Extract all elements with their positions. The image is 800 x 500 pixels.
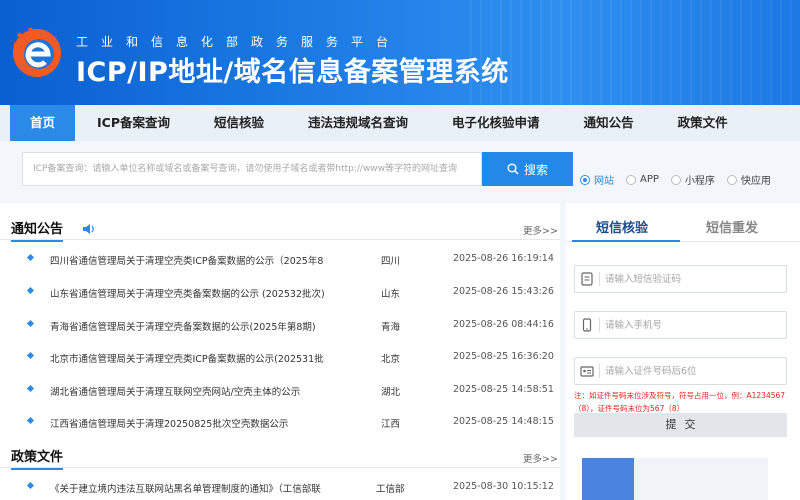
nav-item-sms-verify[interactable]: 短信核验 — [192, 105, 286, 141]
divider — [0, 467, 560, 468]
card-image — [582, 458, 634, 500]
bullet-icon — [26, 416, 35, 425]
notice-date: 2025-08-25 14:48:15 — [453, 416, 554, 427]
notice-title[interactable]: 江西省通信管理局关于清理20250825批次空壳数据公示 — [50, 416, 340, 430]
nav-item-home[interactable]: 首页 — [10, 105, 76, 141]
radio-label: APP — [640, 174, 659, 185]
notice-province: 青海 — [381, 322, 401, 333]
radio-website[interactable]: 网站 — [580, 172, 614, 187]
policies-more-link[interactable]: 更多>> — [523, 451, 558, 465]
notice-title[interactable]: 青海省通信管理局关于清理空壳备案数据的公示(2025年第8期) — [50, 319, 340, 333]
service-card[interactable] — [582, 458, 768, 500]
bullet-icon — [26, 384, 35, 393]
bullet-icon — [26, 319, 35, 328]
divider — [0, 239, 560, 240]
header-subtitle: 工业和信息化部政务服务平台 — [76, 35, 402, 49]
nav-item-e-verify[interactable]: 电子化核验申请 — [430, 105, 562, 141]
policies-title: 政策文件 — [11, 446, 64, 470]
policy-title[interactable]: 《关于建立境内违法互联网站黑名单管理制度的通知》（工信部联 — [50, 481, 340, 495]
notice-date: 2025-08-25 14:58:51 — [453, 384, 554, 395]
notice-province: 江西 — [381, 419, 401, 430]
bullet-icon — [26, 351, 35, 360]
search-icon — [507, 163, 519, 175]
radio-dot — [670, 174, 681, 185]
search-button-label: 搜索 — [523, 162, 548, 177]
sms-code-input[interactable] — [605, 266, 785, 292]
site-title: ICP/IP地址/域名信息备案管理系统 — [76, 57, 509, 88]
main-nav: 首页 ICP备案查询 短信核验 违法违规域名查询 电子化核验申请 通知公告 政策… — [0, 105, 800, 141]
policy-date: 2025-08-30 10:15:12 — [453, 481, 554, 492]
tab-sms-resend[interactable]: 短信重发 — [706, 217, 758, 236]
radio-miniprogram[interactable]: 小程序 — [670, 172, 715, 187]
search-box — [22, 152, 482, 186]
id-number-field — [574, 357, 787, 385]
left-panel: 通知公告 更多>> 四川省通信管理局关于清理空壳类ICP备案数据的公示（2025… — [0, 203, 560, 500]
notice-title[interactable]: 山东省通信管理局关于清理空壳类备案数据的公示 (202532批次) — [50, 286, 340, 300]
notice-date: 2025-08-25 16:36:20 — [453, 351, 554, 362]
phone-input[interactable] — [605, 312, 785, 338]
id-number-input[interactable] — [605, 358, 785, 384]
ministry-logo-icon[interactable] — [10, 24, 64, 80]
notice-province: 山东 — [381, 289, 401, 300]
phone-icon — [582, 318, 592, 332]
nav-item-illegal-domain[interactable]: 违法违规域名查询 — [286, 105, 430, 141]
radio-app[interactable]: APP — [626, 172, 659, 187]
field-separator — [599, 272, 600, 286]
notice-province: 湖北 — [381, 387, 401, 398]
notice-row[interactable]: 北京市通信管理局关于清理空壳类ICP备案数据的公示(202531批 北京 202… — [0, 347, 560, 367]
notice-date: 2025-08-26 16:19:14 — [453, 253, 554, 264]
field-separator — [599, 364, 600, 378]
tab-sms-verify[interactable]: 短信核验 — [596, 217, 648, 236]
notice-row[interactable]: 山东省通信管理局关于清理空壳类备案数据的公示 (202532批次) 山东 202… — [0, 282, 560, 302]
notice-row[interactable]: 江西省通信管理局关于清理20250825批次空壳数据公示 江西 2025-08-… — [0, 412, 560, 432]
notice-row[interactable]: 四川省通信管理局关于清理空壳类ICP备案数据的公示（2025年8 四川 2025… — [0, 249, 560, 269]
bullet-icon — [26, 481, 35, 490]
id-number-hint: 注：如证件号码末位涉及符号，符号占用一位，例：A1234567（8），证件号码末… — [574, 391, 786, 413]
notices-more-link[interactable]: 更多>> — [523, 223, 558, 237]
notice-province: 四川 — [381, 256, 401, 267]
header-decoration — [470, 0, 800, 105]
notice-row[interactable]: 湖北省通信管理局关于清理互联网空壳网站/空壳主体的公示 湖北 2025-08-2… — [0, 380, 560, 400]
field-separator — [599, 318, 600, 332]
radio-quickapp[interactable]: 快应用 — [726, 172, 771, 187]
notices-title: 通知公告 — [11, 218, 64, 242]
search-type-options: 网站 APP 小程序 快应用 — [580, 172, 771, 187]
bullet-icon — [26, 286, 35, 295]
nav-item-icp-query[interactable]: ICP备案查询 — [75, 105, 192, 141]
radio-label: 小程序 — [684, 176, 715, 187]
id-card-icon — [580, 366, 594, 377]
phone-field — [574, 311, 787, 339]
sms-panel: 短信核验 短信重发 注：如证件号码末位涉及符号，符号占用一位，例：A123456… — [566, 203, 800, 500]
notice-title[interactable]: 四川省通信管理局关于清理空壳类ICP备案数据的公示（2025年8 — [50, 253, 340, 267]
radio-dot — [580, 174, 590, 185]
tab-active-indicator — [572, 240, 680, 242]
bullet-icon — [26, 253, 35, 262]
sms-code-field — [574, 265, 787, 293]
speaker-icon — [83, 224, 94, 234]
radio-label: 快应用 — [740, 176, 771, 187]
nav-item-notices[interactable]: 通知公告 — [562, 105, 656, 141]
notice-row[interactable]: 青海省通信管理局关于清理空壳备案数据的公示(2025年第8期) 青海 2025-… — [0, 315, 560, 335]
search-button[interactable]: 搜索 — [482, 152, 573, 186]
policy-row[interactable]: 《关于建立境内违法互联网站黑名单管理制度的通知》（工信部联 工信部 2025-0… — [0, 477, 560, 497]
notice-title[interactable]: 湖北省通信管理局关于清理互联网空壳网站/空壳主体的公示 — [50, 384, 340, 398]
nav-item-policies[interactable]: 政策文件 — [656, 105, 750, 141]
radio-dot — [626, 174, 636, 185]
search-input[interactable] — [23, 153, 481, 185]
notice-date: 2025-08-26 08:44:16 — [453, 319, 554, 330]
radio-label: 网站 — [594, 176, 614, 187]
notice-province: 北京 — [381, 354, 401, 365]
message-icon — [581, 272, 593, 286]
policy-source: 工信部 — [376, 484, 405, 495]
notice-date: 2025-08-26 15:43:26 — [453, 286, 554, 297]
site-header: 工业和信息化部政务服务平台 ICP/IP地址/域名信息备案管理系统 — [0, 0, 800, 105]
submit-button[interactable]: 提交 — [574, 413, 787, 437]
notice-title[interactable]: 北京市通信管理局关于清理空壳类ICP备案数据的公示(202531批 — [50, 351, 340, 365]
radio-dot — [726, 174, 737, 185]
